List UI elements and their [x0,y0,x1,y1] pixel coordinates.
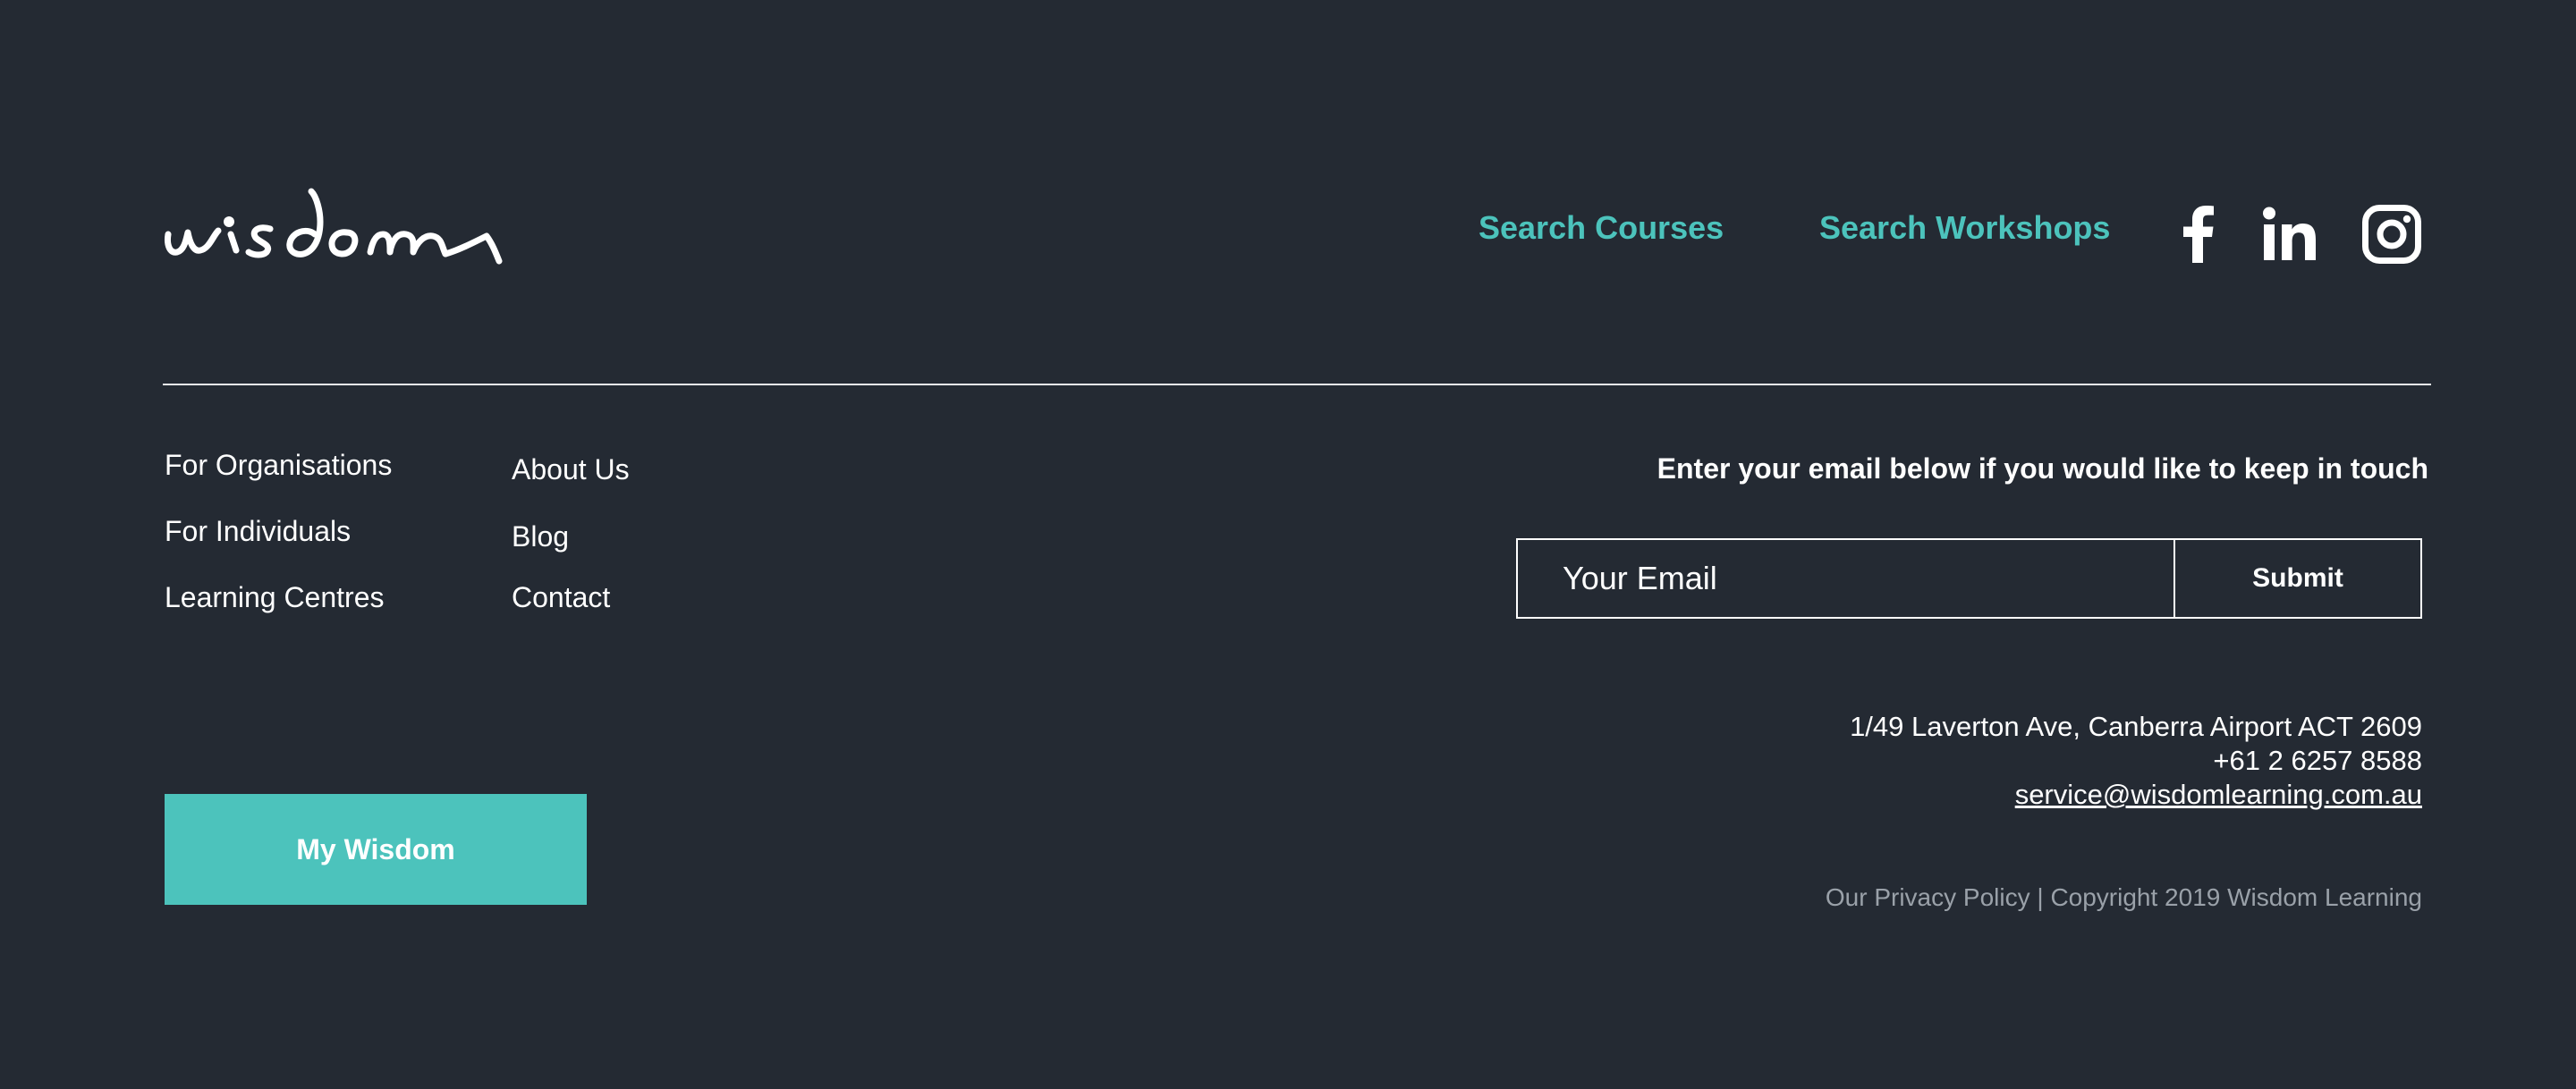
facebook-icon [2183,206,2214,263]
linkedin-link[interactable] [2258,202,2322,266]
logo-dot [224,216,234,227]
contact-phone: +61 2 6257 8588 [2213,745,2422,776]
newsletter-prompt: Enter your email below if you would like… [1657,452,2428,485]
nav-learning-centres[interactable]: Learning Centres [165,581,384,614]
site-footer: Search Courses Search Workshops For Orga… [0,0,2576,1089]
instagram-icon [2362,205,2421,264]
submit-button[interactable]: Submit [2175,540,2420,617]
newsletter-form: Submit [1516,538,2422,619]
linkedin-icon [2263,207,2316,260]
search-courses-link[interactable]: Search Courses [1479,209,1724,247]
nav-for-individuals[interactable]: For Individuals [165,515,351,548]
wisdom-logo-icon [165,188,503,265]
facebook-link[interactable] [2172,202,2225,266]
nav-contact[interactable]: Contact [512,581,610,614]
my-wisdom-button[interactable]: My Wisdom [165,794,587,905]
search-workshops-link[interactable]: Search Workshops [1819,209,2110,247]
copyright-text: Copyright 2019 Wisdom Learning [2050,883,2422,911]
email-input[interactable] [1518,540,2175,617]
contact-info: 1/49 Laverton Ave, Canberra Airport ACT … [1850,710,2422,812]
nav-about-us[interactable]: About Us [512,453,630,486]
wisdom-logo[interactable] [163,188,503,265]
legal-separator: | [2029,883,2051,911]
contact-address: 1/49 Laverton Ave, Canberra Airport ACT … [1850,711,2422,742]
privacy-policy-link[interactable]: Our Privacy Policy [1826,883,2030,911]
instagram-link[interactable] [2360,202,2424,266]
nav-for-organisations[interactable]: For Organisations [165,449,392,482]
footer-divider [163,384,2431,385]
contact-email-link[interactable]: service@wisdomlearning.com.au [2015,779,2422,810]
nav-blog[interactable]: Blog [512,520,569,553]
legal-line: Our Privacy Policy | Copyright 2019 Wisd… [1826,883,2422,912]
